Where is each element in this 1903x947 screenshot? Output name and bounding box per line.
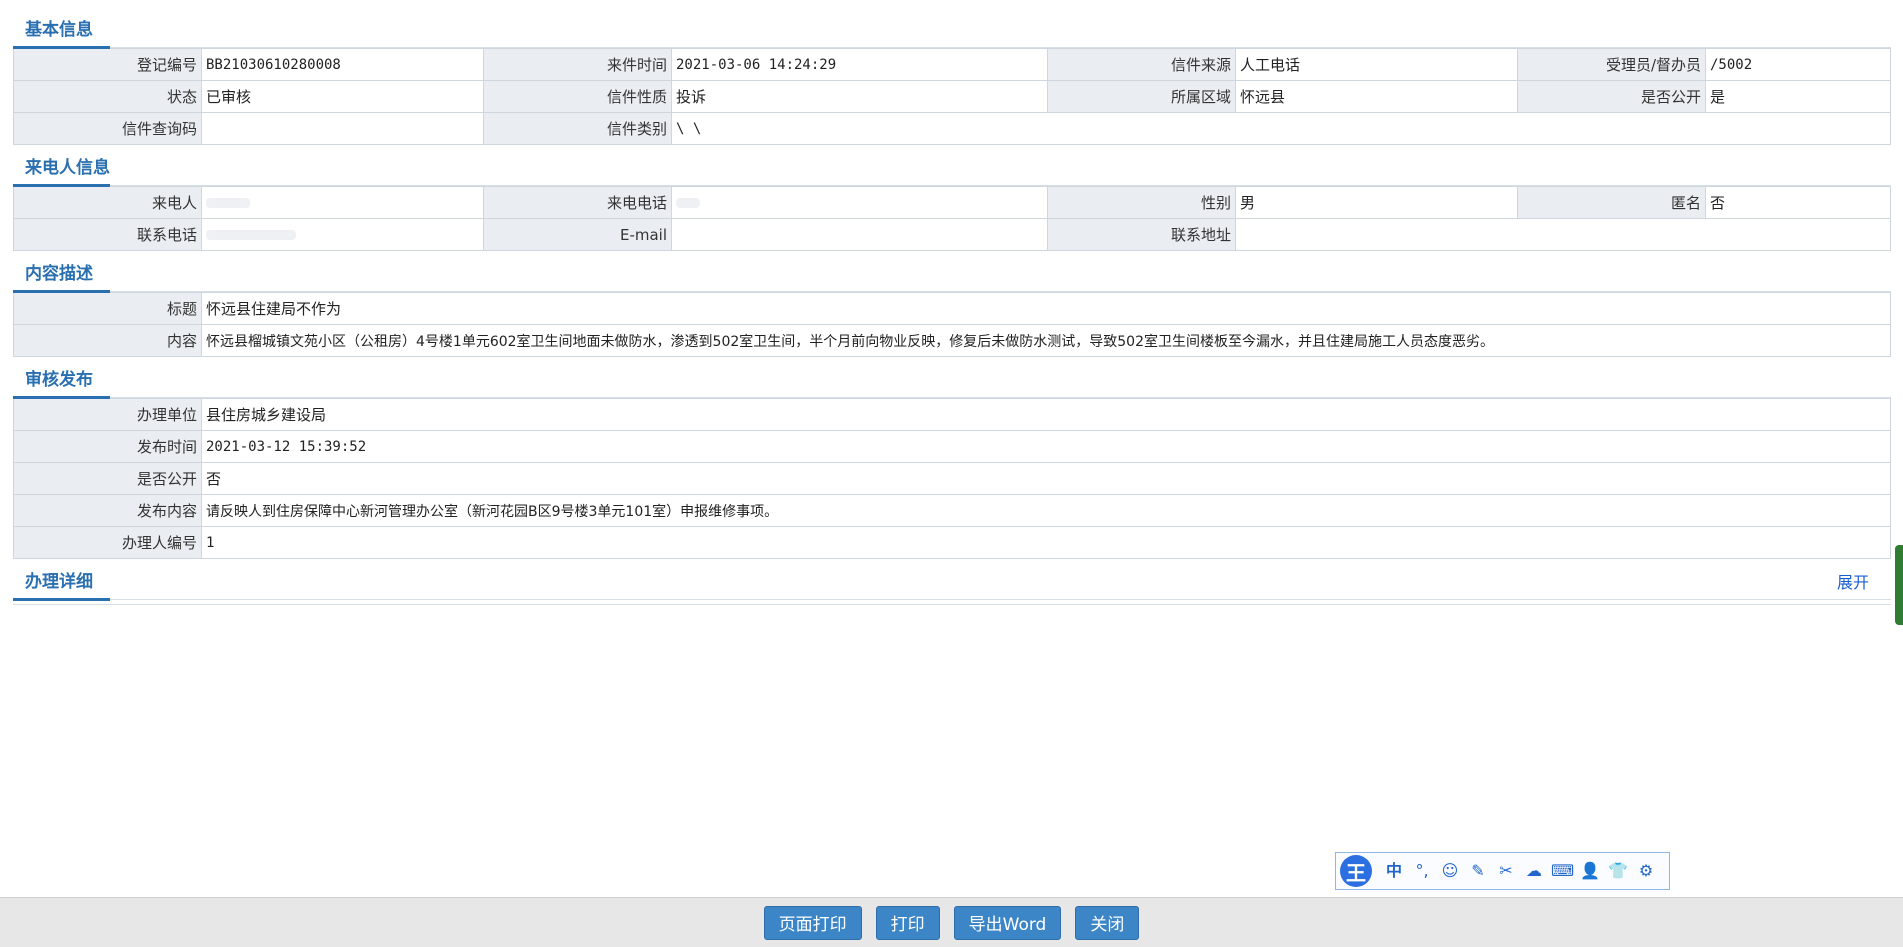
review-table: 办理单位 县住房城乡建设局 发布时间 2021-03-12 15:39:52 是… [13,398,1891,559]
scissors-icon[interactable]: ✂ [1495,860,1517,882]
label: 信件类别 [483,112,672,145]
label: 登记编号 [13,48,202,81]
table-row: 状态 已审核 信件性质 投诉 所属区域 怀远县 是否公开 是 [13,80,1891,113]
contact-phone-redacted [201,218,484,251]
label: 匿名 [1517,186,1706,219]
table-row: 标题 怀远县住建局不作为 [13,292,1891,325]
public-value: 否 [201,462,1891,495]
table-row: 信件查询码 信件类别 \ \ [13,112,1891,145]
unit-value: 县住房城乡建设局 [201,398,1891,431]
label: 内容 [13,324,202,357]
shirt-icon[interactable]: 👕 [1607,860,1629,882]
section-basic-info: 基本信息 [13,8,1891,49]
table-row: 内容 怀远县榴城镇文苑小区（公租房）4号楼1单元602室卫生间地面未做防水，渗透… [13,324,1891,357]
anon-value: 否 [1705,186,1891,219]
region-value: 怀远县 [1235,80,1518,113]
label: 信件来源 [1047,48,1236,81]
punctuation-icon[interactable]: °, [1411,860,1433,882]
label: 受理员/督办员 [1517,48,1706,81]
label: 来电人 [13,186,202,219]
gear-icon[interactable]: ⚙ [1635,860,1657,882]
label: E-mail [483,218,672,251]
label: 办理单位 [13,398,202,431]
label: 联系地址 [1047,218,1236,251]
table-row: 来电人 来电电话 性别 男 匿名 否 [13,186,1891,219]
letter-detail: 基本信息 登记编号 BB21030610280008 来件时间 2021-03-… [13,8,1891,605]
section-review: 审核发布 [13,357,1891,399]
title-value: 怀远县住建局不作为 [201,292,1891,325]
status-value: 已审核 [201,80,484,113]
category-value: \ \ [671,112,1891,145]
label: 是否公开 [1517,80,1706,113]
cloud-icon[interactable]: ☁ [1523,860,1545,882]
export-word-button[interactable]: 导出Word [953,905,1062,940]
section-content: 内容描述 [13,251,1891,293]
keyboard-icon[interactable]: ⌨ [1551,860,1574,882]
label: 信件性质 [483,80,672,113]
label: 是否公开 [13,462,202,495]
table-row: 是否公开 否 [13,462,1891,495]
public-value: 是 [1705,80,1891,113]
page-print-button[interactable]: 页面打印 [763,905,862,940]
side-tab[interactable] [1895,545,1903,625]
detail-divider [13,600,1891,605]
label: 来电电话 [483,186,672,219]
caller-phone-redacted [671,186,1048,219]
handler-no-value: 1 [201,526,1891,559]
caller-name-redacted [201,186,484,219]
section-caller-info: 来电人信息 [13,145,1891,187]
gender-value: 男 [1235,186,1518,219]
ime-lang-toggle[interactable]: 中 [1383,860,1405,882]
user-icon[interactable]: 👤 [1579,860,1601,882]
label: 来件时间 [483,48,672,81]
footer-toolbar: 页面打印 打印 导出Word 关闭 [0,897,1903,947]
label: 联系电话 [13,218,202,251]
pub-time-value: 2021-03-12 15:39:52 [201,430,1891,463]
query-value [201,112,484,145]
content-table: 标题 怀远县住建局不作为 内容 怀远县榴城镇文苑小区（公租房）4号楼1单元602… [13,292,1891,357]
ime-toolbar: 王 中 °, ☺ ✎ ✂ ☁ ⌨ 👤 👕 ⚙ [1335,852,1670,890]
table-row: 联系电话 E-mail 联系地址 [13,218,1891,251]
label: 信件查询码 [13,112,202,145]
nature-value: 投诉 [671,80,1048,113]
pub-content-value: 请反映人到住房保障中心新河管理办公室（新河花园B区9号楼3单元101室）申报维修… [201,494,1891,527]
section-detail: 办理详细 展开 [13,559,1891,601]
table-row: 办理人编号 1 [13,526,1891,559]
table-row: 发布内容 请反映人到住房保障中心新河管理办公室（新河花园B区9号楼3单元101室… [13,494,1891,527]
address-value [1235,218,1891,251]
basic-info-table: 登记编号 BB21030610280008 来件时间 2021-03-06 14… [13,48,1891,145]
ime-logo-icon[interactable]: 王 [1340,855,1372,887]
caller-info-table: 来电人 来电电话 性别 男 匿名 否 联系电话 E-mail 联系地址 [13,186,1891,251]
time-value: 2021-03-06 14:24:29 [671,48,1048,81]
label: 办理人编号 [13,526,202,559]
close-button[interactable]: 关闭 [1075,905,1140,940]
table-row: 发布时间 2021-03-12 15:39:52 [13,430,1891,463]
expand-link[interactable]: 展开 [1837,569,1869,593]
label: 标题 [13,292,202,325]
source-value: 人工电话 [1235,48,1518,81]
body-value: 怀远县榴城镇文苑小区（公租房）4号楼1单元602室卫生间地面未做防水，渗透到50… [201,324,1891,357]
emoji-icon[interactable]: ☺ [1439,860,1461,882]
label: 发布时间 [13,430,202,463]
email-value [671,218,1048,251]
label: 状态 [13,80,202,113]
label: 发布内容 [13,494,202,527]
table-row: 登记编号 BB21030610280008 来件时间 2021-03-06 14… [13,48,1891,81]
print-button[interactable]: 打印 [875,905,940,940]
label: 性别 [1047,186,1236,219]
handler-value: /5002 [1705,48,1891,81]
pen-icon[interactable]: ✎ [1467,860,1489,882]
table-row: 办理单位 县住房城乡建设局 [13,398,1891,431]
reg-no-value: BB21030610280008 [201,48,484,81]
label: 所属区域 [1047,80,1236,113]
